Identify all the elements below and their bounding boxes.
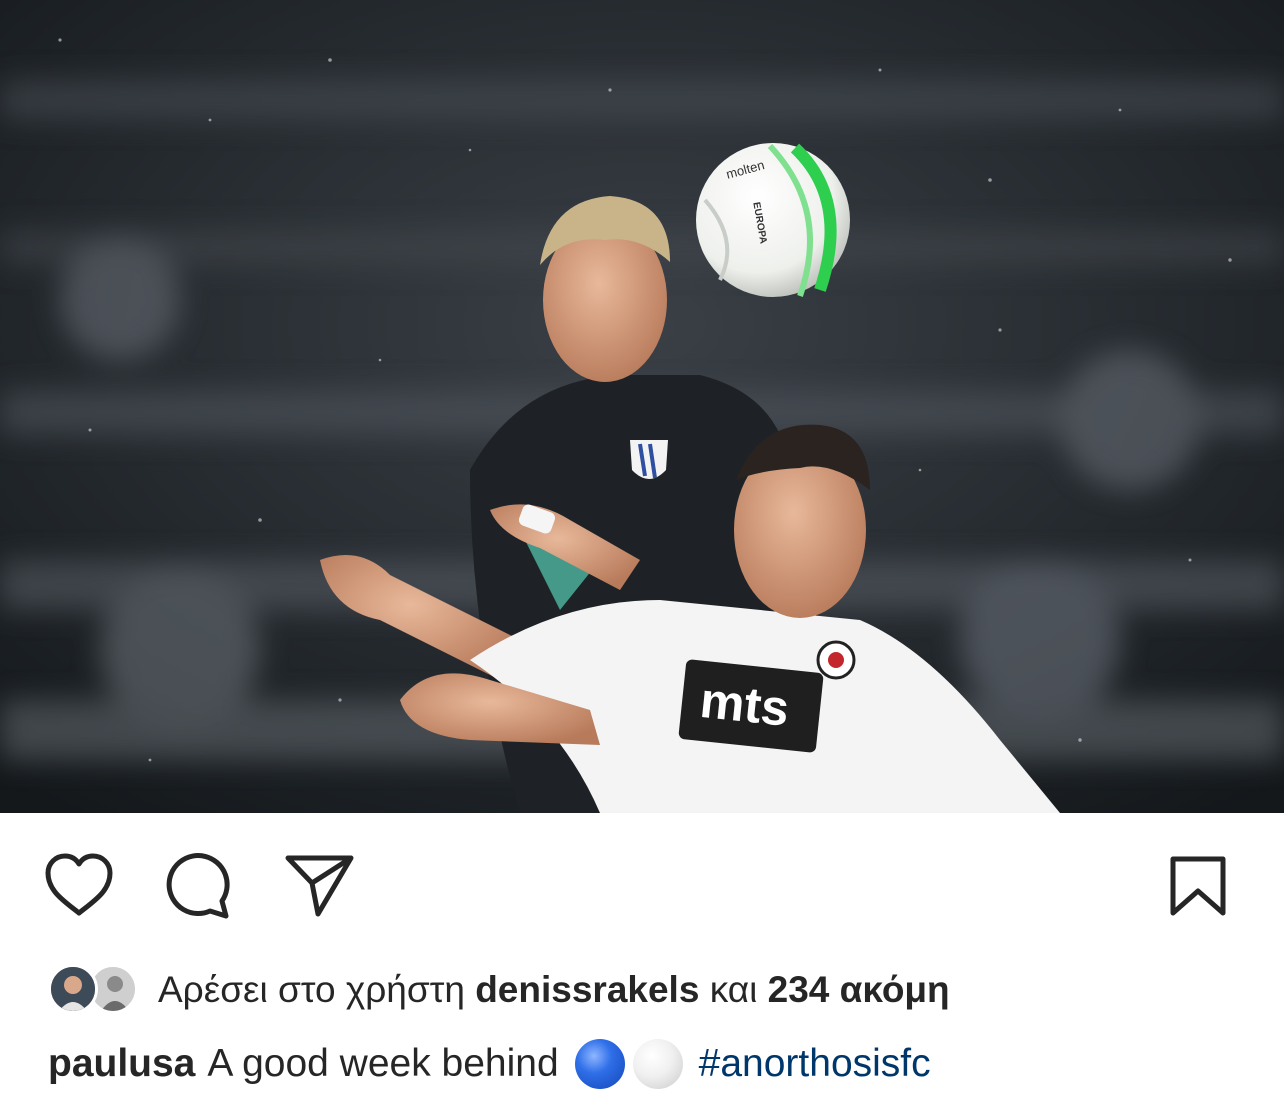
avatar[interactable] [48,964,98,1014]
liker-username[interactable]: denissrakels [475,969,699,1010]
blue-circle-icon [574,1039,625,1089]
likes-prefix: Αρέσει στο χρήστη [158,969,465,1010]
likes-count[interactable]: 234 ακόμη [768,969,950,1010]
paper-plane-icon[interactable] [284,853,356,919]
caption-text: A good week behind [207,1042,559,1085]
post-photo[interactable]: mts molten EUROPA [0,0,1284,813]
likes-text: Αρέσει στο χρήστη denissrakels και 234 α… [158,969,950,1011]
post-action-bar [0,813,1284,953]
likes-row: Αρέσει στο χρήστη denissrakels και 234 α… [48,960,1248,1020]
heart-icon[interactable] [44,853,114,919]
post-caption: paulusa A good week behind #anorthosisfc [48,1034,1268,1094]
white-circle-icon [632,1039,683,1089]
caption-username[interactable]: paulusa [48,1042,195,1086]
comment-icon[interactable] [164,853,234,919]
sponsor-text: mts [697,672,791,737]
post-image: mts molten EUROPA [0,0,1284,813]
caption-hashtag[interactable]: #anorthosisfc [699,1042,931,1086]
bookmark-icon[interactable] [1168,855,1228,919]
likes-connector: και [709,969,758,1010]
liker-avatars[interactable] [48,962,144,1018]
